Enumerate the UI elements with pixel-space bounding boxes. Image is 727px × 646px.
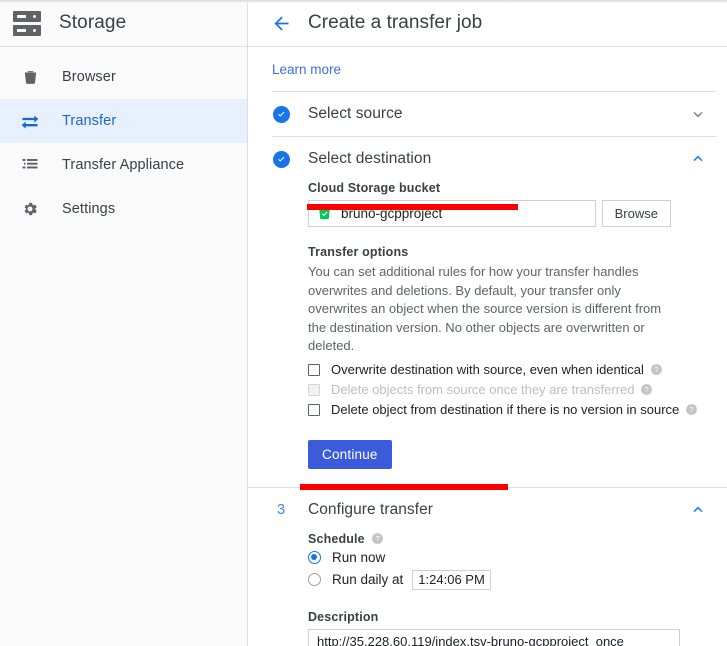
checkbox-label: Delete object from destination if there … bbox=[331, 402, 679, 417]
step-title: Select destination bbox=[308, 150, 689, 168]
bucket-icon bbox=[18, 65, 42, 89]
checkbox-label: Overwrite destination with source, even … bbox=[331, 362, 644, 377]
chevron-up-icon[interactable] bbox=[689, 501, 707, 519]
sidebar-item-label: Transfer bbox=[62, 113, 116, 129]
step-complete-check-icon bbox=[272, 150, 290, 168]
help-icon[interactable]: ? bbox=[650, 363, 663, 376]
page-title: Create a transfer job bbox=[308, 12, 482, 34]
transfer-options-description: You can set additional rules for how you… bbox=[308, 263, 672, 356]
sidebar-item-label: Browser bbox=[62, 69, 116, 85]
learn-more-link[interactable]: Learn more bbox=[272, 62, 341, 77]
storage-transfer-create-page: Storage Browser Transfer bbox=[0, 0, 727, 646]
description-label: Description bbox=[308, 610, 707, 624]
page-content: Learn more Select source bbox=[248, 47, 727, 646]
schedule-label-row: Schedule ? bbox=[308, 532, 707, 546]
checkbox-delete-from-destination[interactable] bbox=[308, 404, 320, 416]
sidebar-item-transfer-appliance[interactable]: Transfer Appliance bbox=[0, 143, 247, 187]
appliance-list-icon bbox=[18, 153, 42, 177]
sidebar-item-transfer[interactable]: Transfer bbox=[0, 99, 247, 143]
step-number-label: 3 bbox=[272, 502, 290, 518]
sidebar-item-browser[interactable]: Browser bbox=[0, 55, 247, 99]
destination-section-body: Cloud Storage bucket bruno-gcpproject B bbox=[248, 181, 727, 469]
schedule-label: Schedule bbox=[308, 532, 365, 546]
svg-text:?: ? bbox=[645, 385, 649, 394]
step-select-destination[interactable]: Select destination bbox=[248, 137, 727, 181]
help-icon[interactable]: ? bbox=[640, 383, 653, 396]
page-header: Create a transfer job bbox=[248, 0, 727, 47]
step-complete-check-icon bbox=[272, 105, 290, 123]
help-icon[interactable]: ? bbox=[685, 403, 698, 416]
checkbox-row-delete-from-source: Delete objects from source once they are… bbox=[308, 382, 707, 398]
configure-section-body: Schedule ? Run now Run daily at 1:24:06 … bbox=[248, 532, 727, 646]
radio-row-run-now[interactable]: Run now bbox=[308, 548, 707, 568]
radio-row-run-daily[interactable]: Run daily at 1:24:06 PM bbox=[308, 570, 707, 590]
radio-label: Run daily at bbox=[332, 572, 403, 587]
sidebar-item-label: Settings bbox=[62, 201, 115, 217]
run-now-highlight bbox=[300, 484, 508, 490]
bucket-field-highlight bbox=[307, 204, 518, 210]
back-arrow-icon[interactable] bbox=[268, 10, 294, 36]
chevron-down-icon[interactable] bbox=[689, 105, 707, 123]
storage-server-icon bbox=[13, 11, 41, 36]
continue-button[interactable]: Continue bbox=[308, 440, 392, 469]
sidebar-header: Storage bbox=[0, 0, 247, 47]
step-select-source[interactable]: Select source bbox=[248, 92, 727, 136]
step-configure-transfer[interactable]: 3 Configure transfer bbox=[248, 488, 727, 532]
learn-more-row: Learn more bbox=[248, 47, 727, 91]
sidebar-item-label: Transfer Appliance bbox=[62, 157, 184, 173]
sidebar-nav: Browser Transfer bbox=[0, 47, 247, 231]
transfer-options-title: Transfer options bbox=[308, 245, 707, 259]
sidebar-item-settings[interactable]: Settings bbox=[0, 187, 247, 231]
transfer-options-checkboxes: Overwrite destination with source, even … bbox=[308, 362, 707, 418]
product-title: Storage bbox=[59, 12, 126, 34]
checkbox-row-delete-from-destination[interactable]: Delete object from destination if there … bbox=[308, 402, 707, 418]
main-panel: Create a transfer job Learn more Select … bbox=[248, 0, 727, 646]
step-number: 3 bbox=[272, 501, 290, 519]
daily-time-input[interactable]: 1:24:06 PM bbox=[412, 570, 491, 590]
svg-text:?: ? bbox=[375, 534, 379, 543]
step-title: Configure transfer bbox=[308, 501, 689, 519]
checkbox-label: Delete objects from source once they are… bbox=[331, 382, 634, 397]
radio-label: Run now bbox=[332, 550, 385, 565]
checkbox-overwrite-destination[interactable] bbox=[308, 364, 320, 376]
svg-text:?: ? bbox=[690, 405, 694, 414]
svg-text:?: ? bbox=[654, 365, 658, 374]
description-input[interactable]: http://35.228.60.119/index.tsv-bruno-gcp… bbox=[308, 629, 680, 646]
help-icon[interactable]: ? bbox=[371, 532, 384, 545]
bucket-field-label: Cloud Storage bucket bbox=[308, 181, 707, 195]
transfer-arrows-icon bbox=[18, 109, 42, 133]
radio-run-now[interactable] bbox=[308, 551, 321, 564]
browse-button[interactable]: Browse bbox=[602, 200, 671, 227]
radio-run-daily[interactable] bbox=[308, 573, 321, 586]
chevron-up-icon[interactable] bbox=[689, 150, 707, 168]
gear-icon bbox=[18, 197, 42, 221]
step-title: Select source bbox=[308, 105, 689, 123]
sidebar: Storage Browser Transfer bbox=[0, 0, 248, 646]
checkbox-delete-from-source bbox=[308, 384, 320, 396]
checkbox-row-overwrite-destination[interactable]: Overwrite destination with source, even … bbox=[308, 362, 707, 378]
window-top-edge bbox=[0, 0, 727, 3]
